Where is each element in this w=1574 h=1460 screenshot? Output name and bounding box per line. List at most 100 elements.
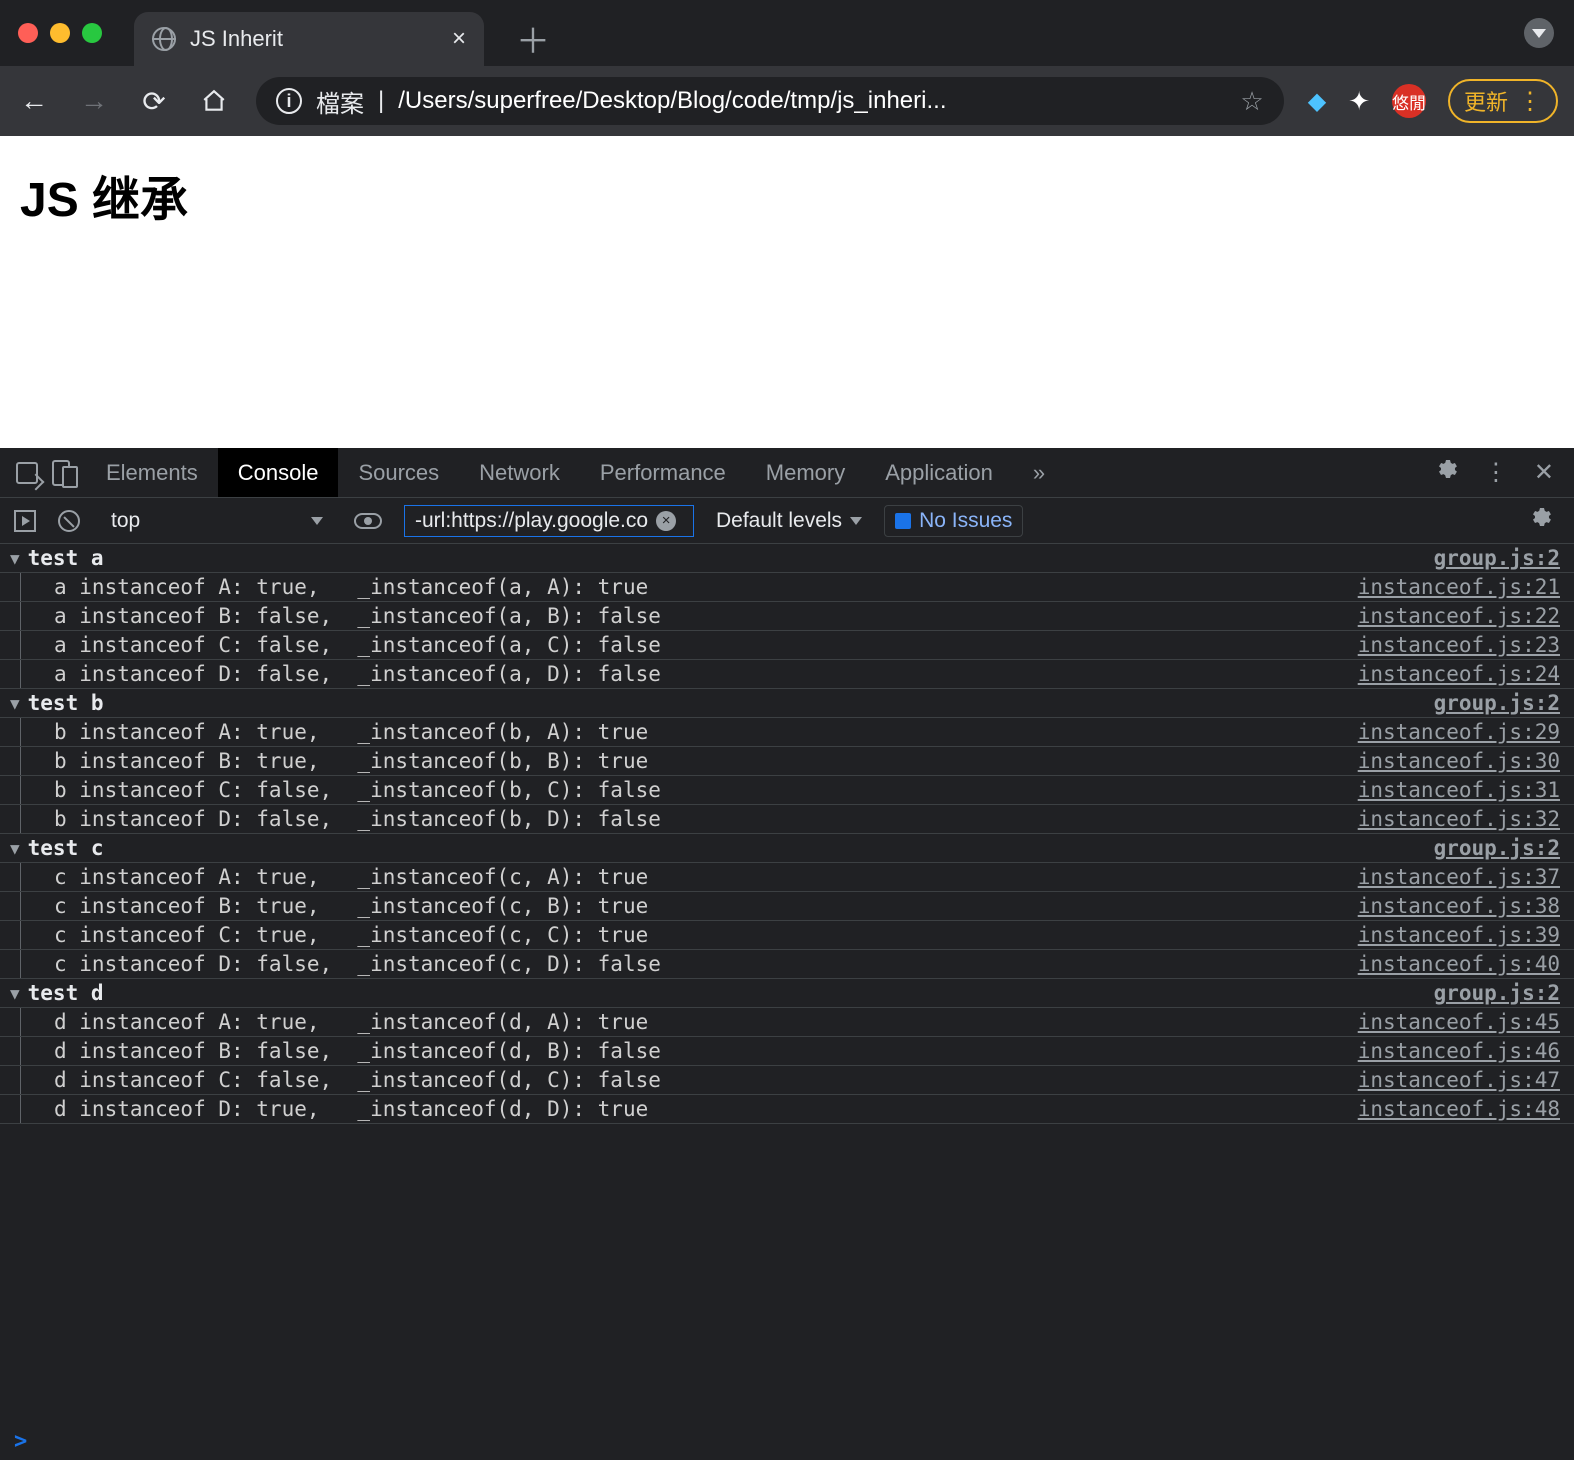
log-message: c instanceof B: true, _instanceof(c, B):… [54, 894, 648, 918]
log-source-link[interactable]: instanceof.js:48 [1358, 1097, 1560, 1121]
log-message: c instanceof C: true, _instanceof(c, C):… [54, 923, 648, 947]
log-levels-select[interactable]: Default levels [716, 509, 862, 533]
more-tabs-button[interactable]: » [1013, 448, 1065, 497]
extension-badge[interactable]: 悠閒 [1392, 84, 1426, 118]
console-log-row[interactable]: a instanceof D: false, _instanceof(a, D)… [0, 660, 1574, 689]
console-log-row[interactable]: b instanceof C: false, _instanceof(b, C)… [0, 776, 1574, 805]
group-title: test c [28, 836, 104, 860]
log-message: a instanceof B: false, _instanceof(a, B)… [54, 604, 661, 628]
group-source-link[interactable]: group.js:2 [1434, 691, 1560, 715]
devtools-tab-memory[interactable]: Memory [746, 448, 865, 497]
log-source-link[interactable]: instanceof.js:37 [1358, 865, 1560, 889]
forward-button[interactable]: → [76, 85, 112, 117]
profile-menu-button[interactable] [1524, 18, 1554, 48]
group-source-link[interactable]: group.js:2 [1434, 836, 1560, 860]
devtools-tab-performance[interactable]: Performance [580, 448, 746, 497]
console-filter-input[interactable]: -url:https://play.google.co × [404, 505, 694, 537]
filter-value: -url:https://play.google.co [415, 509, 648, 533]
log-source-link[interactable]: instanceof.js:31 [1358, 778, 1560, 802]
console-log-row[interactable]: b instanceof D: false, _instanceof(b, D)… [0, 805, 1574, 834]
log-source-link[interactable]: instanceof.js:45 [1358, 1010, 1560, 1034]
eye-icon[interactable] [354, 513, 382, 529]
live-expression-icon[interactable] [14, 510, 36, 532]
group-source-link[interactable]: group.js:2 [1434, 981, 1560, 1005]
page-content: JS 继承 [0, 136, 1574, 448]
devtools-close-icon[interactable]: ✕ [1534, 458, 1554, 487]
clear-filter-icon[interactable]: × [656, 511, 676, 531]
group-source-link[interactable]: group.js:2 [1434, 546, 1560, 570]
log-source-link[interactable]: instanceof.js:38 [1358, 894, 1560, 918]
console-log-row[interactable]: d instanceof B: false, _instanceof(d, B)… [0, 1037, 1574, 1066]
device-toolbar-icon[interactable] [52, 460, 70, 486]
console-group-header[interactable]: ▼test dgroup.js:2 [0, 979, 1574, 1008]
console-log-row[interactable]: c instanceof A: true, _instanceof(c, A):… [0, 863, 1574, 892]
log-source-link[interactable]: instanceof.js:40 [1358, 952, 1560, 976]
log-source-link[interactable]: instanceof.js:23 [1358, 633, 1560, 657]
console-log-row[interactable]: c instanceof C: true, _instanceof(c, C):… [0, 921, 1574, 950]
issues-label: No Issues [919, 509, 1012, 533]
console-group-header[interactable]: ▼test bgroup.js:2 [0, 689, 1574, 718]
log-message: b instanceof B: true, _instanceof(b, B):… [54, 749, 648, 773]
console-log-row[interactable]: b instanceof B: true, _instanceof(b, B):… [0, 747, 1574, 776]
update-label: 更新 [1464, 85, 1508, 117]
console-log-row[interactable]: a instanceof A: true, _instanceof(a, A):… [0, 573, 1574, 602]
devtools-tab-elements[interactable]: Elements [86, 448, 218, 497]
tab-close-icon[interactable]: × [452, 25, 466, 53]
log-source-link[interactable]: instanceof.js:47 [1358, 1068, 1560, 1092]
console-log-row[interactable]: d instanceof C: false, _instanceof(d, C)… [0, 1066, 1574, 1095]
log-source-link[interactable]: instanceof.js:39 [1358, 923, 1560, 947]
window-minimize-button[interactable] [50, 23, 70, 43]
browser-tab[interactable]: JS Inherit × [134, 12, 484, 66]
devtools-tab-sources[interactable]: Sources [338, 448, 459, 497]
console-prompt[interactable]: > [0, 1423, 1574, 1460]
console-log-row[interactable]: d instanceof A: true, _instanceof(d, A):… [0, 1008, 1574, 1037]
reload-button[interactable]: ⟳ [136, 85, 172, 118]
console-log-row[interactable]: a instanceof B: false, _instanceof(a, B)… [0, 602, 1574, 631]
log-source-link[interactable]: instanceof.js:46 [1358, 1039, 1560, 1063]
console-settings-gear-icon[interactable] [1528, 505, 1560, 536]
clear-console-icon[interactable] [58, 510, 80, 532]
settings-gear-icon[interactable] [1434, 457, 1458, 488]
console-group-header[interactable]: ▼test agroup.js:2 [0, 544, 1574, 573]
back-button[interactable]: ← [16, 85, 52, 117]
log-source-link[interactable]: instanceof.js:32 [1358, 807, 1560, 831]
window-close-button[interactable] [18, 23, 38, 43]
log-source-link[interactable]: instanceof.js:30 [1358, 749, 1560, 773]
console-group-header[interactable]: ▼test cgroup.js:2 [0, 834, 1574, 863]
window-zoom-button[interactable] [82, 23, 102, 43]
console-log-row[interactable]: b instanceof A: true, _instanceof(b, A):… [0, 718, 1574, 747]
home-button[interactable] [196, 88, 232, 114]
console-log-row[interactable]: a instanceof C: false, _instanceof(a, C)… [0, 631, 1574, 660]
extensions-menu-icon[interactable]: ✦ [1348, 86, 1370, 117]
site-info-icon[interactable]: i [276, 88, 302, 114]
console-output[interactable]: ▼test agroup.js:2a instanceof A: true, _… [0, 544, 1574, 1423]
issues-icon [895, 513, 911, 529]
log-source-link[interactable]: instanceof.js:21 [1358, 575, 1560, 599]
console-log-row[interactable]: d instanceof D: true, _instanceof(d, D):… [0, 1095, 1574, 1124]
tab-title: JS Inherit [190, 26, 283, 52]
disclosure-triangle-icon: ▼ [10, 694, 20, 713]
devtools-kebab-icon[interactable]: ⋮ [1484, 458, 1508, 487]
caret-down-icon [311, 517, 323, 525]
devtools-tab-console[interactable]: Console [218, 448, 339, 497]
issues-button[interactable]: No Issues [884, 505, 1023, 537]
log-source-link[interactable]: instanceof.js:22 [1358, 604, 1560, 628]
console-toolbar: top -url:https://play.google.co × Defaul… [0, 498, 1574, 544]
new-tab-button[interactable]: ＋ [516, 14, 550, 63]
console-log-row[interactable]: c instanceof D: false, _instanceof(c, D)… [0, 950, 1574, 979]
address-bar[interactable]: i 檔案 | /Users/superfree/Desktop/Blog/cod… [256, 77, 1284, 125]
log-source-link[interactable]: instanceof.js:24 [1358, 662, 1560, 686]
devtools-tab-network[interactable]: Network [459, 448, 580, 497]
log-message: c instanceof D: false, _instanceof(c, D)… [54, 952, 661, 976]
devtools-panel: ElementsConsoleSourcesNetworkPerformance… [0, 448, 1574, 1460]
log-source-link[interactable]: instanceof.js:29 [1358, 720, 1560, 744]
extension-diamond-icon[interactable]: ◆ [1308, 87, 1326, 116]
inspect-element-icon[interactable] [16, 462, 38, 484]
console-log-row[interactable]: c instanceof B: true, _instanceof(c, B):… [0, 892, 1574, 921]
toolbar: ← → ⟳ i 檔案 | /Users/superfree/Desktop/Bl… [0, 66, 1574, 136]
bookmark-star-icon[interactable]: ☆ [1240, 86, 1263, 117]
devtools-tab-application[interactable]: Application [865, 448, 1013, 497]
update-button[interactable]: 更新 ⋮ [1448, 79, 1558, 123]
execution-context-select[interactable]: top [102, 506, 332, 536]
levels-label: Default levels [716, 509, 842, 533]
